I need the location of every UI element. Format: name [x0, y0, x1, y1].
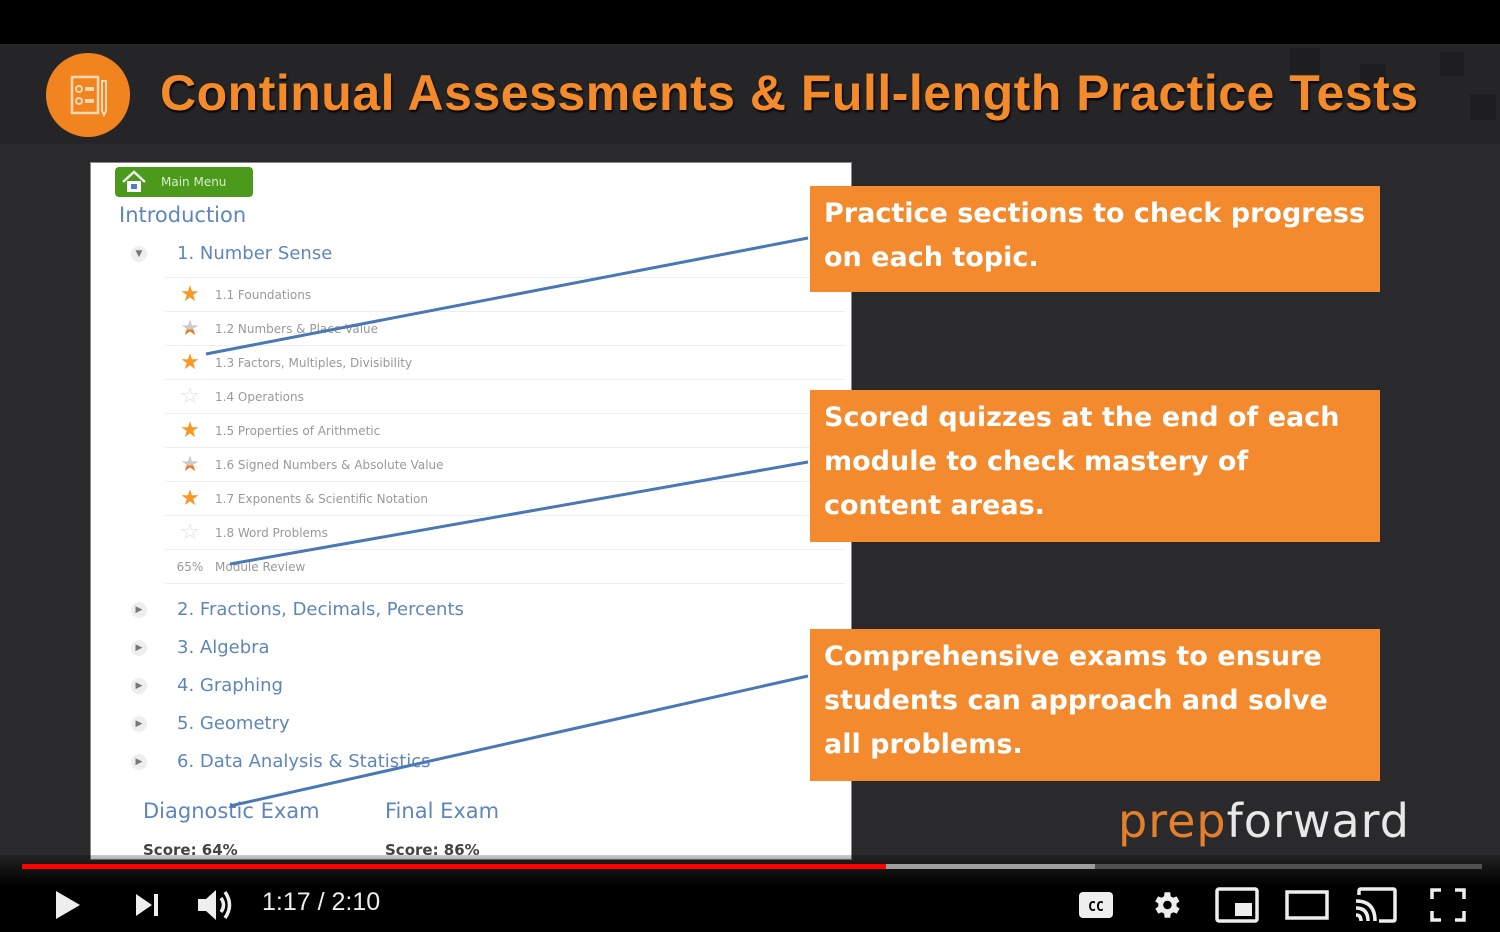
- fullscreen-icon: [1430, 888, 1466, 922]
- introduction-link[interactable]: Introduction: [119, 203, 246, 227]
- theater-mode-button[interactable]: [1284, 884, 1330, 926]
- star-full-icon: ★: [180, 282, 200, 307]
- checklist-document-icon: [46, 53, 130, 137]
- collapsed-caret-icon[interactable]: ▶: [131, 639, 147, 656]
- svg-text:CC: CC: [1088, 900, 1104, 915]
- lesson-label: 1.8 Word Problems: [215, 525, 328, 540]
- lesson-row[interactable]: ★ 1.1 Foundations: [165, 277, 845, 311]
- module-geometry[interactable]: ▶ 5. Geometry: [131, 713, 290, 734]
- collapsed-caret-icon[interactable]: ▶: [131, 601, 147, 618]
- lesson-label: 1.4 Operations: [215, 389, 304, 404]
- lesson-row[interactable]: ★ 1.6 Signed Numbers & Absolute Value: [165, 447, 845, 481]
- callout-practice-sections: Practice sections to check progress on e…: [810, 186, 1380, 292]
- module-review-row[interactable]: 65% Module Review: [165, 549, 845, 584]
- volume-icon: [198, 890, 232, 920]
- star-empty-icon: ☆: [180, 384, 200, 409]
- expanded-caret-icon[interactable]: ▼: [131, 245, 147, 262]
- logo-part-forward: forward: [1226, 794, 1410, 848]
- play-button[interactable]: [46, 884, 88, 926]
- captions-button[interactable]: CC: [1076, 884, 1116, 926]
- module-label: 4. Graphing: [177, 675, 283, 696]
- module-number-sense[interactable]: ▼ 1. Number Sense: [131, 243, 332, 264]
- module-review-label: Module Review: [215, 559, 306, 574]
- module-label: 6. Data Analysis & Statistics: [177, 751, 431, 772]
- module-label: 1. Number Sense: [177, 243, 333, 264]
- diagnostic-exam-link[interactable]: Diagnostic Exam: [143, 799, 320, 823]
- slide-header: Continual Assessments & Full-length Prac…: [0, 44, 1500, 144]
- lesson-label: 1.5 Properties of Arithmetic: [215, 423, 381, 438]
- lesson-row[interactable]: ★ 1.3 Factors, Multiples, Divisibility: [165, 345, 845, 379]
- volume-button[interactable]: [194, 884, 238, 926]
- progress-bar[interactable]: [22, 864, 1482, 869]
- module-graphing[interactable]: ▶ 4. Graphing: [131, 675, 283, 696]
- star-full-icon: ★: [180, 418, 200, 443]
- video-player[interactable]: Continual Assessments & Full-length Prac…: [0, 44, 1500, 932]
- module-fractions[interactable]: ▶ 2. Fractions, Decimals, Percents: [131, 599, 464, 620]
- lesson-row[interactable]: ★ 1.2 Numbers & Place Value: [165, 311, 845, 345]
- star-full-icon: ★: [180, 350, 200, 375]
- miniplayer-icon: [1215, 887, 1259, 923]
- star-half-icon: ★: [165, 452, 215, 477]
- theater-icon: [1285, 890, 1329, 920]
- captions-icon: CC: [1079, 892, 1113, 918]
- collapsed-caret-icon[interactable]: ▶: [131, 677, 147, 694]
- callout-scored-quizzes: Scored quizzes at the end of each module…: [810, 390, 1380, 542]
- next-icon: [136, 894, 158, 916]
- decor-square: [1470, 94, 1496, 120]
- module-data-analysis[interactable]: ▶ 6. Data Analysis & Statistics: [131, 751, 431, 772]
- collapsed-caret-icon[interactable]: ▶: [131, 753, 147, 770]
- lesson-row[interactable]: ★ 1.7 Exponents & Scientific Notation: [165, 481, 845, 515]
- module-algebra[interactable]: ▶ 3. Algebra: [131, 637, 270, 658]
- prepforward-logo: prepforward: [1118, 794, 1410, 848]
- collapsed-caret-icon[interactable]: ▶: [131, 715, 147, 732]
- module-label: 5. Geometry: [177, 713, 290, 734]
- decor-square: [1440, 52, 1464, 76]
- lesson-label: 1.3 Factors, Multiples, Divisibility: [215, 355, 413, 370]
- slide-title: Continual Assessments & Full-length Prac…: [160, 65, 1419, 121]
- final-exam-link[interactable]: Final Exam: [385, 799, 499, 823]
- cast-button[interactable]: [1352, 884, 1398, 926]
- lesson-row[interactable]: ☆ 1.4 Operations: [165, 379, 845, 413]
- settings-button[interactable]: [1146, 884, 1186, 926]
- miniplayer-button[interactable]: [1214, 884, 1260, 926]
- lesson-label: 1.6 Signed Numbers & Absolute Value: [215, 457, 444, 472]
- play-icon: [56, 891, 80, 919]
- main-menu-label: Main Menu: [161, 175, 227, 189]
- next-button[interactable]: [126, 884, 168, 926]
- module-label: 3. Algebra: [177, 637, 270, 658]
- main-menu-button[interactable]: Main Menu: [115, 167, 253, 197]
- lesson-row[interactable]: ★ 1.5 Properties of Arithmetic: [165, 413, 845, 447]
- gear-icon: [1155, 892, 1180, 918]
- lesson-label: 1.1 Foundations: [215, 287, 312, 302]
- played-bar: [22, 864, 887, 869]
- lesson-label: 1.7 Exponents & Scientific Notation: [215, 491, 428, 506]
- course-screenshot: Main Menu Introduction ▼ 1. Number Sense…: [90, 162, 852, 860]
- star-full-icon: ★: [180, 486, 200, 511]
- module-label: 2. Fractions, Decimals, Percents: [177, 599, 464, 620]
- callout-comprehensive-exams: Comprehensive exams to ensure students c…: [810, 629, 1380, 781]
- star-half-icon: ★: [165, 316, 215, 341]
- time-display: 1:17 / 2:10: [262, 888, 381, 916]
- lesson-row[interactable]: ☆ 1.8 Word Problems: [165, 515, 845, 549]
- cast-icon: [1355, 887, 1397, 923]
- home-icon: [122, 170, 146, 192]
- module-review-percent: 65%: [176, 559, 204, 574]
- fullscreen-button[interactable]: [1426, 884, 1470, 926]
- lesson-label: 1.2 Numbers & Place Value: [215, 321, 379, 336]
- star-empty-icon: ☆: [180, 520, 200, 545]
- logo-part-prep: prep: [1118, 794, 1227, 848]
